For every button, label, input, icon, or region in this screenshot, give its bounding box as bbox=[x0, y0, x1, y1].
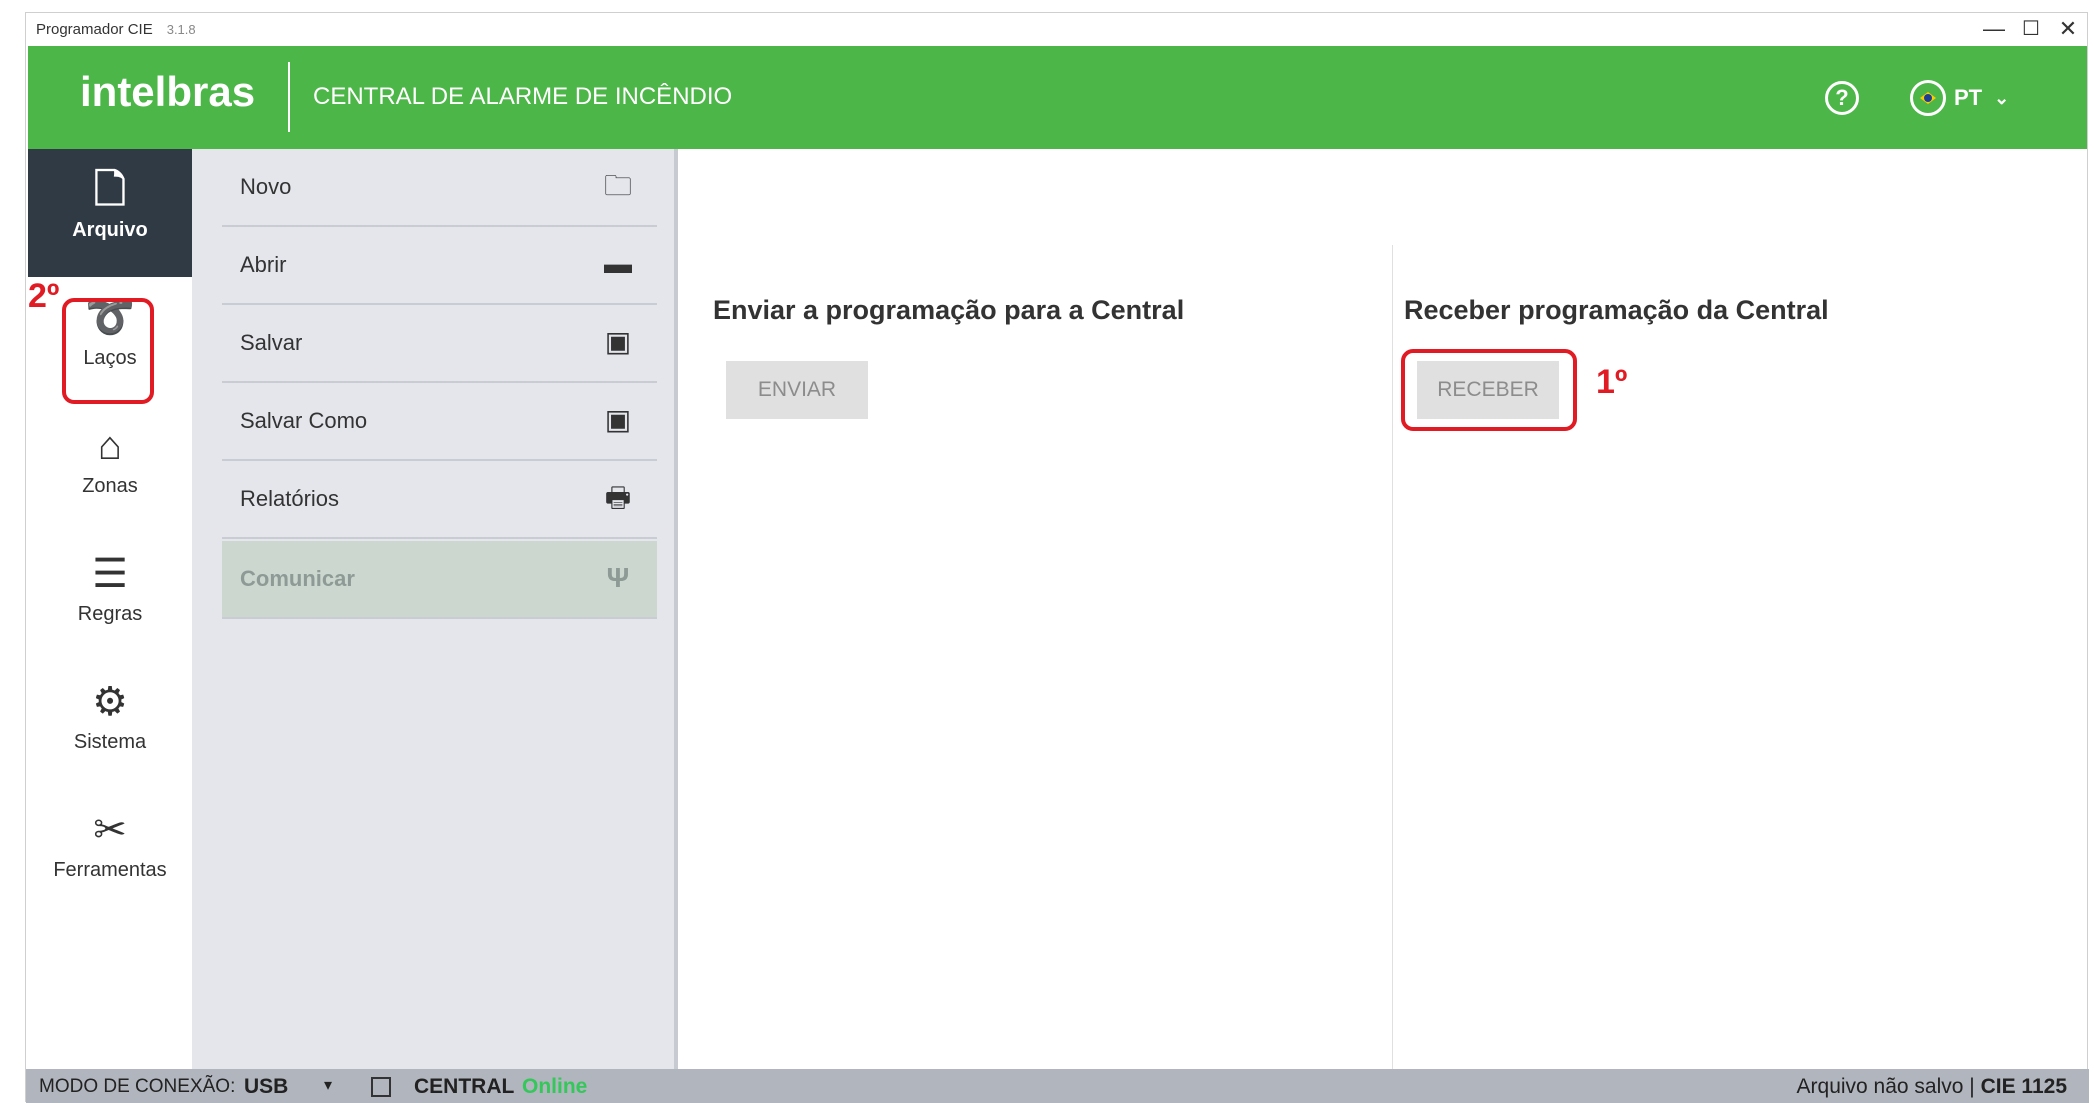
menu-item-salvar-como[interactable]: Salvar Como ▣ bbox=[222, 383, 657, 461]
caret-down-icon[interactable]: ▾ bbox=[324, 1075, 332, 1095]
send-button[interactable]: ENVIAR bbox=[726, 361, 868, 419]
language-label: PT bbox=[1954, 85, 1983, 110]
header-title: CENTRAL DE ALARME DE INCÊNDIO bbox=[313, 83, 733, 110]
help-button[interactable]: ? bbox=[1825, 81, 1859, 115]
menu-label: Novo bbox=[240, 174, 292, 199]
title-bar: Programador CIE 3.1.8 — ☐ ✕ bbox=[26, 13, 2087, 46]
nav-label: Arquivo bbox=[72, 219, 148, 241]
nav-label: Ferramentas bbox=[53, 859, 167, 881]
language-selector[interactable]: PT ⌄ bbox=[1910, 78, 2009, 118]
receive-highlight-box bbox=[1401, 349, 1577, 431]
nav-item-ferramentas[interactable]: ✂ Ferramentas bbox=[28, 789, 192, 917]
nav-label: Regras bbox=[77, 603, 143, 625]
nav-item-zonas[interactable]: ⌂ Zonas bbox=[28, 405, 192, 533]
intelbras-logo: intelbras bbox=[80, 68, 256, 115]
menu-label: Salvar bbox=[240, 330, 303, 355]
nav-label: Zonas bbox=[82, 475, 138, 497]
close-button[interactable]: ✕ bbox=[2048, 15, 2088, 43]
usb-icon: Ψ bbox=[606, 562, 630, 593]
connection-mode-value[interactable]: USB bbox=[244, 1075, 288, 1099]
submenu-edge bbox=[674, 149, 678, 1069]
menu-label: Comunicar bbox=[240, 566, 355, 591]
central-checkbox[interactable] bbox=[371, 1077, 391, 1097]
header-divider bbox=[288, 62, 290, 132]
file-status-text: Arquivo não salvo | bbox=[1796, 1075, 1975, 1098]
file-submenu: Novo 🗀 Abrir ▬ Salvar ▣ Salvar Como ▣ Re… bbox=[192, 149, 676, 1069]
menu-item-comunicar[interactable]: Comunicar Ψ bbox=[222, 541, 657, 619]
app-title: Programador CIE 3.1.8 bbox=[36, 21, 196, 38]
app-version: 3.1.8 bbox=[166, 22, 196, 37]
lacos-highlight-box bbox=[62, 298, 154, 404]
nav-label: Sistema bbox=[73, 731, 147, 753]
menu-item-relatorios[interactable]: Relatórios 🖶 bbox=[222, 461, 657, 539]
file-status: Arquivo não salvo | CIE 1125 bbox=[1797, 1075, 2067, 1099]
app-name: Programador CIE bbox=[36, 21, 153, 38]
central-status: Online bbox=[522, 1075, 588, 1098]
nav-item-regras[interactable]: ☰ Regras bbox=[28, 533, 192, 661]
menu-item-abrir[interactable]: Abrir ▬ bbox=[222, 227, 657, 305]
save-icon: ▣ bbox=[604, 326, 632, 357]
menu-item-novo[interactable]: Novo 🗀 bbox=[222, 149, 657, 227]
menu-label: Abrir bbox=[240, 252, 287, 277]
home-icon: ⌂ bbox=[97, 424, 123, 468]
menu-label: Salvar Como bbox=[240, 408, 368, 433]
menu-item-salvar[interactable]: Salvar ▣ bbox=[222, 305, 657, 383]
folder-icon: ▬ bbox=[604, 248, 632, 279]
save-as-icon: ▣ bbox=[604, 404, 632, 435]
maximize-button[interactable]: ☐ bbox=[2011, 15, 2051, 43]
new-folder-icon: 🗀 bbox=[603, 170, 632, 201]
content-divider bbox=[1392, 245, 1393, 1069]
app-window: Programador CIE 3.1.8 — ☐ ✕ intelbras CEN… bbox=[25, 12, 2089, 1103]
print-icon: 🖶 bbox=[604, 482, 632, 513]
central-label: CENTRAL bbox=[414, 1075, 515, 1098]
minimize-button[interactable]: — bbox=[1974, 15, 2014, 43]
step-2-label: 2º bbox=[28, 277, 60, 315]
nav-item-sistema[interactable]: ⚙ Sistema bbox=[28, 661, 192, 789]
file-icon: 🗋 bbox=[93, 168, 127, 212]
send-section-title: Enviar a programação para a Central bbox=[713, 295, 1185, 325]
chevron-down-icon: ⌄ bbox=[1994, 87, 2010, 108]
app-header: intelbras CENTRAL DE ALARME DE INCÊNDIO … bbox=[28, 46, 2087, 149]
gear-icon: ⚙ bbox=[92, 680, 128, 724]
step-1-label: 1º bbox=[1596, 363, 1628, 401]
receive-section-title: Receber programação da Central bbox=[1404, 295, 1829, 325]
rules-icon: ☰ bbox=[92, 552, 128, 596]
model-name: CIE 1125 bbox=[1980, 1075, 2067, 1098]
nav-item-arquivo[interactable]: 🗋 Arquivo bbox=[28, 149, 192, 277]
tools-icon: ✂ bbox=[93, 808, 127, 852]
menu-label: Relatórios bbox=[240, 486, 340, 511]
status-bar: MODO DE CONEXÃO: USB ▾ CENTRAL Online Ar… bbox=[26, 1069, 2089, 1103]
brazil-flag-icon bbox=[1910, 80, 1946, 116]
connection-mode-label: MODO DE CONEXÃO: bbox=[39, 1076, 236, 1097]
